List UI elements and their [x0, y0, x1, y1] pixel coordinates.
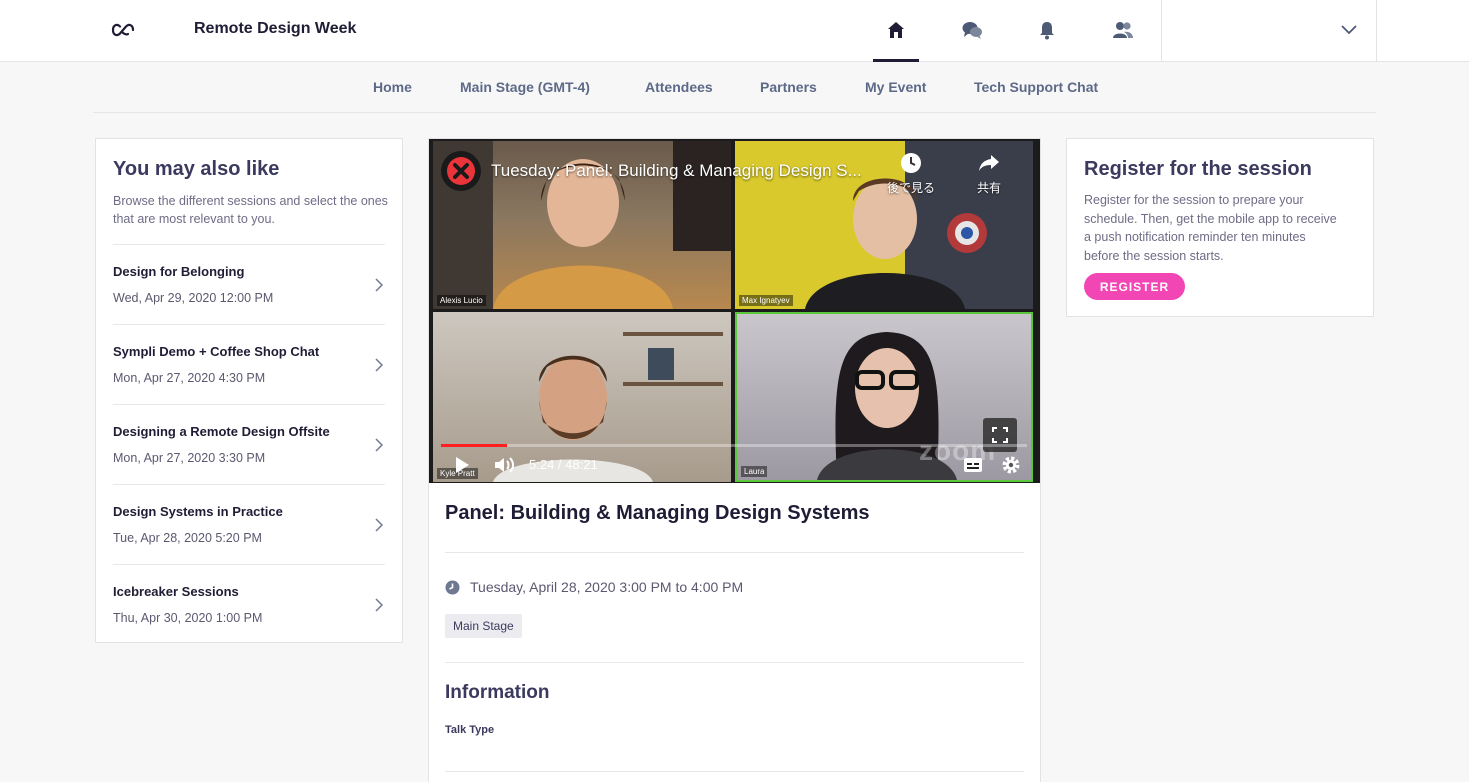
participant-name: Laura: [741, 466, 768, 477]
captions-icon: [964, 458, 982, 472]
watch-later-label: 後で見る: [887, 181, 936, 195]
session-title: Design Systems in Practice: [113, 504, 283, 519]
recommendations-card: You may also like Browse the different s…: [95, 138, 403, 643]
top-bar: Remote Design Week: [0, 0, 1469, 62]
session-date: Mon, Apr 27, 2020 3:30 PM: [113, 451, 266, 465]
clock-icon: [901, 153, 921, 173]
progress-fill: [441, 444, 507, 447]
logo-icon[interactable]: [111, 20, 135, 40]
recommendations-title: You may also like: [113, 158, 280, 180]
watch-later-button[interactable]: 後で見る: [887, 151, 935, 196]
register-title: Register for the session: [1084, 158, 1312, 180]
volume-button[interactable]: [493, 455, 517, 480]
list-item[interactable]: Icebreaker Sessions Thu, Apr 30, 2020 1:…: [113, 564, 385, 644]
divider: [1376, 0, 1377, 62]
participant-name: Alexis Lucio: [437, 295, 486, 306]
register-description: Register for the session to prepare your…: [1084, 193, 1337, 263]
clock-icon: [445, 580, 460, 594]
volume-icon: [495, 457, 514, 473]
video-title[interactable]: Tuesday: Panel: Building & Managing Desi…: [491, 161, 862, 181]
video-player[interactable]: Alexis Lucio Max Ignatyev Kyle Pratt Lau…: [429, 139, 1040, 483]
session-title: Design for Belonging: [113, 264, 245, 279]
sub-navigation: [0, 62, 1469, 112]
session-tag: Main Stage: [445, 614, 522, 638]
information-heading: Information: [445, 682, 550, 703]
nav-main-stage[interactable]: Main Stage (GMT-4): [460, 79, 590, 95]
share-label: 共有: [977, 181, 1002, 195]
share-button[interactable]: 共有: [977, 151, 1001, 196]
divider: [445, 552, 1024, 553]
play-button[interactable]: [453, 455, 471, 480]
list-item[interactable]: Design for Belonging Wed, Apr 29, 2020 1…: [113, 244, 385, 324]
video-progress[interactable]: [441, 444, 1027, 447]
divider: [93, 112, 1376, 113]
account-dropdown[interactable]: [1162, 0, 1376, 62]
nav-partners[interactable]: Partners: [760, 79, 817, 95]
settings-button[interactable]: [1001, 455, 1021, 480]
divider: [445, 771, 1024, 772]
bell-icon[interactable]: [1032, 15, 1062, 45]
list-item[interactable]: Design Systems in Practice Tue, Apr 28, …: [113, 484, 385, 564]
register-button[interactable]: REGISTER: [1084, 273, 1185, 300]
people-icon[interactable]: [1108, 15, 1138, 45]
chevron-right-icon: [375, 358, 383, 372]
share-icon: [979, 155, 999, 171]
session-title: Panel: Building & Managing Design System…: [445, 502, 870, 524]
close-icon[interactable]: [441, 151, 481, 191]
session-title: Sympli Demo + Coffee Shop Chat: [113, 344, 320, 359]
nav-home[interactable]: Home: [373, 79, 412, 95]
session-date: Thu, Apr 30, 2020 1:00 PM: [113, 611, 263, 625]
register-card: Register for the session Register for th…: [1066, 138, 1374, 317]
chevron-down-icon: [1341, 25, 1357, 35]
session-datetime-text: Tuesday, April 28, 2020 3:00 PM to 4:00 …: [470, 579, 744, 595]
nav-tech-support-chat[interactable]: Tech Support Chat: [974, 79, 1098, 95]
nav-my-event[interactable]: My Event: [865, 79, 926, 95]
home-icon[interactable]: [873, 15, 919, 62]
video-time: 5:24 / 48:21: [529, 457, 598, 472]
participant-name: Max Ignatyev: [739, 295, 793, 306]
chat-icon[interactable]: [957, 15, 987, 45]
session-title: Icebreaker Sessions: [113, 584, 239, 599]
list-item[interactable]: Sympli Demo + Coffee Shop Chat Mon, Apr …: [113, 324, 385, 404]
session-title: Designing a Remote Design Offsite: [113, 424, 330, 439]
play-icon: [456, 457, 469, 473]
recommendations-description: Browse the different sessions and select…: [113, 194, 388, 226]
chevron-right-icon: [375, 278, 383, 292]
session-date: Mon, Apr 27, 2020 4:30 PM: [113, 371, 266, 385]
session-date: Tue, Apr 28, 2020 5:20 PM: [113, 531, 262, 545]
list-item[interactable]: Designing a Remote Design Offsite Mon, A…: [113, 404, 385, 484]
chevron-right-icon: [375, 598, 383, 612]
event-title[interactable]: Remote Design Week: [194, 20, 356, 38]
chevron-right-icon: [375, 518, 383, 532]
session-datetime: Tuesday, April 28, 2020 3:00 PM to 4:00 …: [445, 579, 743, 595]
talk-type-label: Talk Type: [445, 724, 495, 736]
captions-button[interactable]: [963, 457, 983, 478]
session-date: Wed, Apr 29, 2020 12:00 PM: [113, 291, 274, 305]
gear-icon: [1002, 456, 1020, 474]
divider: [445, 662, 1024, 663]
nav-attendees[interactable]: Attendees: [645, 79, 713, 95]
chevron-right-icon: [375, 438, 383, 452]
